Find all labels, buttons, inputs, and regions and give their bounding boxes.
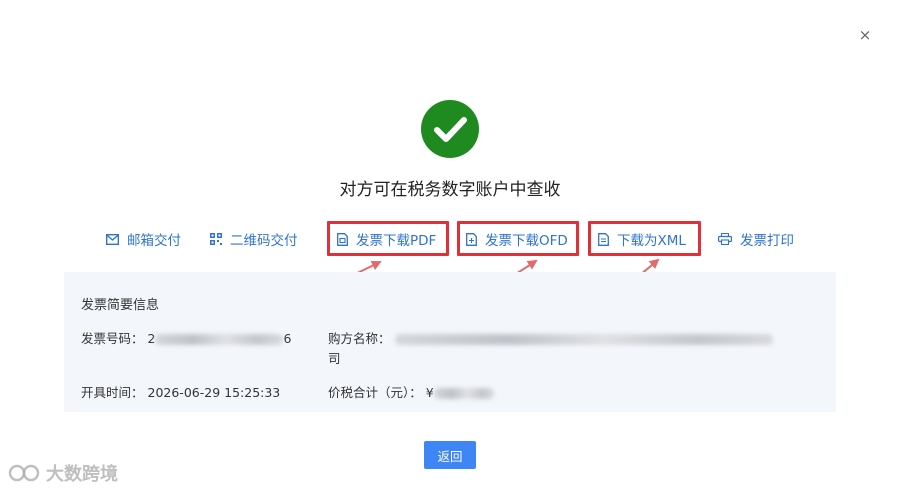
email-delivery-button[interactable]: 邮箱交付 bbox=[106, 228, 181, 250]
download-pdf-button[interactable]: 发票下载PDF bbox=[337, 228, 436, 250]
issue-time-value: 2026-06-29 15:25:33 bbox=[147, 385, 281, 400]
total-amount-prefix: ¥ bbox=[425, 385, 434, 400]
delivery-actions: 邮箱交付 二维码交付 发票下载PDF 发票下载OFD 下载为XML 发票打印 bbox=[0, 228, 900, 250]
success-check-icon bbox=[421, 100, 479, 158]
ofd-file-icon bbox=[466, 232, 477, 246]
qr-code-delivery-button[interactable]: 二维码交付 bbox=[210, 228, 298, 250]
download-ofd-label: 发票下载OFD bbox=[485, 233, 568, 249]
invoice-summary-panel: 发票简要信息 发票号码： 2 6 购方名称： 司 开具时间： 2026-06-29… bbox=[64, 272, 836, 412]
xml-file-icon bbox=[598, 232, 609, 246]
invoice-number-field: 发票号码： 2 6 bbox=[81, 328, 291, 347]
mail-icon bbox=[106, 233, 119, 245]
print-invoice-button[interactable]: 发票打印 bbox=[718, 228, 794, 250]
total-amount-field: 价税合计（元）： ¥ bbox=[328, 382, 494, 401]
redacted-total-amount bbox=[433, 388, 494, 399]
watermark-text: 大数跨境 bbox=[46, 464, 118, 485]
close-button[interactable]: × bbox=[856, 26, 874, 44]
issue-time-field: 开具时间： 2026-06-29 15:25:33 bbox=[81, 382, 280, 401]
back-button[interactable]: 返回 bbox=[424, 441, 476, 469]
total-amount-label: 价税合计（元）： bbox=[328, 385, 422, 400]
issue-time-label: 开具时间： bbox=[81, 385, 144, 400]
success-message: 对方可在税务数字账户中查收 bbox=[339, 180, 561, 200]
buyer-name-line2: 司 bbox=[328, 351, 341, 366]
print-invoice-label: 发票打印 bbox=[740, 233, 794, 249]
redacted-invoice-number bbox=[155, 334, 284, 345]
watermark-logo-icon bbox=[8, 464, 40, 482]
qr-code-icon bbox=[210, 233, 222, 245]
buyer-name-label: 购方名称： bbox=[328, 331, 391, 346]
email-delivery-label: 邮箱交付 bbox=[127, 233, 181, 249]
buyer-name-field: 购方名称： bbox=[328, 328, 773, 347]
qr-code-delivery-label: 二维码交付 bbox=[230, 233, 298, 249]
download-ofd-button[interactable]: 发票下载OFD bbox=[466, 228, 568, 250]
download-xml-button[interactable]: 下载为XML bbox=[598, 228, 686, 250]
invoice-number-prefix: 2 bbox=[147, 331, 156, 346]
invoice-number-label: 发票号码： bbox=[81, 331, 144, 346]
pdf-file-icon bbox=[337, 232, 348, 246]
invoice-number-suffix: 6 bbox=[283, 331, 292, 346]
download-pdf-label: 发票下载PDF bbox=[356, 233, 437, 249]
download-xml-label: 下载为XML bbox=[617, 233, 686, 249]
printer-icon bbox=[718, 233, 732, 245]
redacted-buyer-name bbox=[394, 334, 773, 345]
panel-title: 发票简要信息 bbox=[81, 298, 160, 313]
watermark: 大数跨境 bbox=[8, 460, 118, 486]
